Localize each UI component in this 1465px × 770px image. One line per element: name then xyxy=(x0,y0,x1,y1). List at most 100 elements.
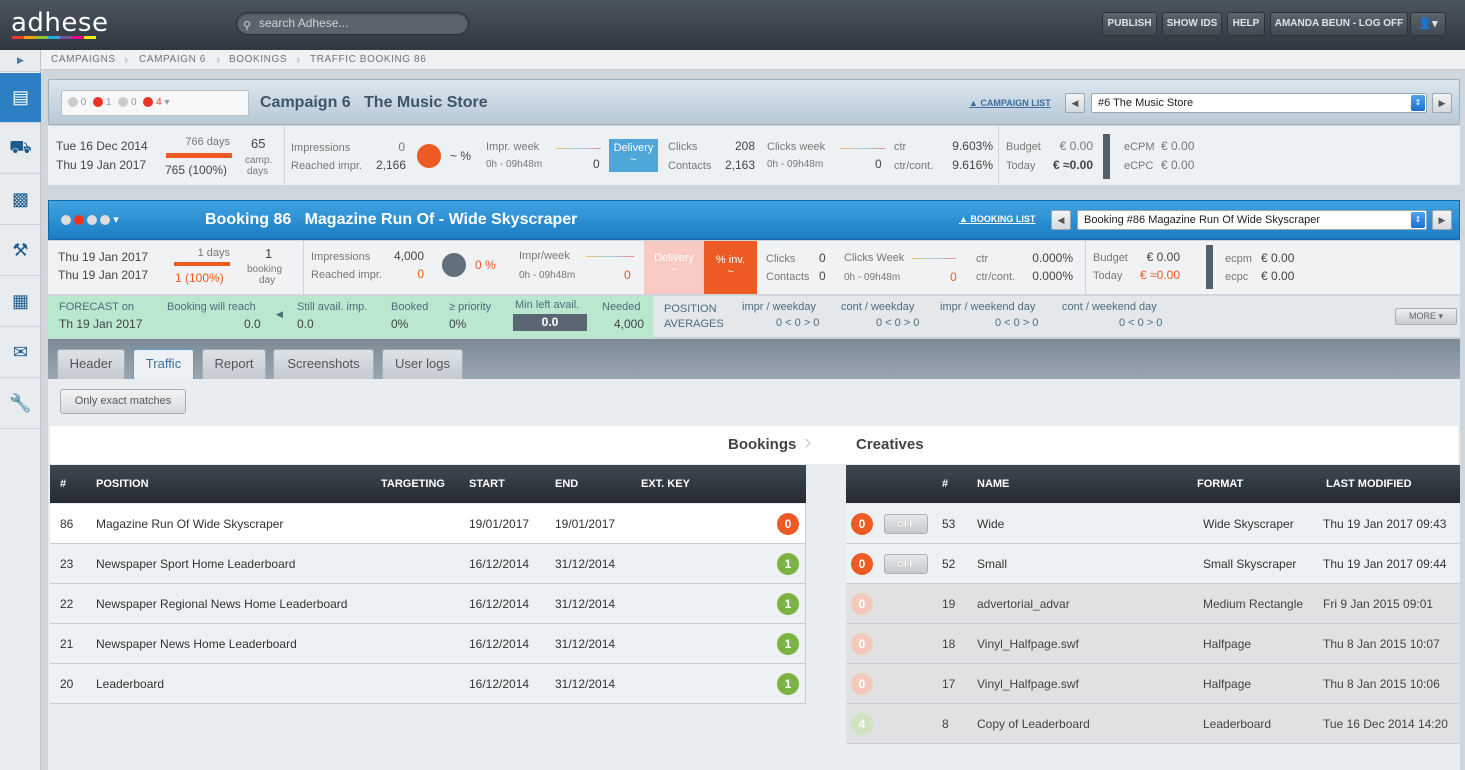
column-header[interactable]: EXT. KEY xyxy=(641,465,690,503)
column-header[interactable]: START xyxy=(469,465,505,503)
column-header[interactable]: LAST MODIFIED xyxy=(1326,465,1412,503)
cont-weekday: 0 < 0 > 0 xyxy=(876,317,920,329)
tab-report[interactable]: Report xyxy=(202,349,266,379)
creative-name[interactable]: Copy of Leaderboard xyxy=(977,704,1090,744)
table-row[interactable]: 0 17 Vinyl_Halfpage.swf Halfpage Thu 8 Jan 2… xyxy=(846,664,1460,704)
prev-booking-button[interactable]: ◀ xyxy=(1051,210,1071,230)
booking-select[interactable]: Booking #86 Magazine Run Of Wide Skyscra… xyxy=(1077,210,1427,230)
reached-value: 0 xyxy=(417,267,424,281)
tab-screenshots[interactable]: Screenshots xyxy=(273,349,374,379)
sidebar-item-settings[interactable]: 🔧 xyxy=(0,379,41,429)
clicks-week-time: 0h - 09h48m xyxy=(844,272,901,283)
sidebar-item-delivery[interactable]: ⛟ xyxy=(0,124,41,174)
publish-button[interactable]: PUBLISH xyxy=(1102,12,1157,36)
app-logo[interactable]: adhese xyxy=(11,8,108,38)
sidebar-item-calendar[interactable]: ▦ xyxy=(0,277,41,327)
creative-name[interactable]: Wide xyxy=(977,504,1004,544)
more-button[interactable]: MORE ▾ xyxy=(1395,308,1457,325)
table-row[interactable]: 22 Newspaper Regional News Home Leaderboa… xyxy=(50,584,806,624)
table-row[interactable]: 0 OFF 52 Small Small Skyscraper Thu 19 Jan 20… xyxy=(846,544,1460,584)
table-row[interactable]: 0 OFF 53 Wide Wide Skyscraper Thu 19 Jan 2017… xyxy=(846,504,1460,544)
column-header[interactable]: # xyxy=(60,465,66,503)
next-campaign-button[interactable]: ▶ xyxy=(1432,93,1452,113)
booking-position[interactable]: Magazine Run Of Wide Skyscraper xyxy=(96,504,283,544)
inventory-label: % inv. xyxy=(715,254,746,266)
table-row[interactable]: 21 Newspaper News Home Leaderboard 16/12/2… xyxy=(50,624,806,664)
campaign-list-link[interactable]: ▲ CAMPAIGN LIST xyxy=(969,98,1051,108)
creative-name[interactable]: Vinyl_Halfpage.swf xyxy=(977,664,1079,704)
count-badge: 1 xyxy=(777,633,799,655)
sidebar-item-campaigns[interactable]: ▤ xyxy=(0,73,41,123)
breadcrumb-campaigns[interactable]: CAMPAIGNS xyxy=(51,54,116,65)
forecast-needed: 4,000 xyxy=(613,317,644,331)
contacts-label: Contacts xyxy=(766,271,810,283)
table-row[interactable]: 0 19 advertorial_advar Medium Rectangle Fri … xyxy=(846,584,1460,624)
prev-campaign-button[interactable]: ◀ xyxy=(1065,93,1085,113)
creative-toggle-button[interactable]: OFF xyxy=(884,554,928,574)
sidebar-item-mail[interactable]: ✉ xyxy=(0,328,41,378)
booking-select-value: Booking #86 Magazine Run Of Wide Skyscra… xyxy=(1084,214,1321,226)
divider xyxy=(284,126,285,186)
booking-day-value: 1 xyxy=(265,246,273,261)
booking-status-filter[interactable]: ▾ xyxy=(61,213,119,226)
tab-user-logs[interactable]: User logs xyxy=(382,349,463,379)
creative-name[interactable]: advertorial_advar xyxy=(977,584,1070,624)
column-header[interactable]: END xyxy=(555,465,578,503)
table-row[interactable]: 23 Newspaper Sport Home Leaderboard 16/12/… xyxy=(50,544,806,584)
sidebar-item-tools[interactable]: ⚒ xyxy=(0,226,41,276)
show-ids-button[interactable]: SHOW IDS xyxy=(1162,12,1222,36)
booking-position[interactable]: Leaderboard xyxy=(96,664,164,704)
creative-name[interactable]: Vinyl_Halfpage.swf xyxy=(977,624,1079,664)
tab-traffic[interactable]: Traffic xyxy=(133,349,194,380)
column-header[interactable]: FORMAT xyxy=(1197,465,1243,503)
ctr-cont-label: ctr/cont. xyxy=(976,271,1016,283)
delivery-box: Delivery ~ xyxy=(644,241,704,294)
booking-position[interactable]: Newspaper News Home Leaderboard xyxy=(96,624,297,664)
ctr-cont-label: ctr/cont. xyxy=(894,160,934,172)
column-header[interactable]: NAME xyxy=(977,465,1009,503)
count-badge: 0 xyxy=(851,633,873,655)
table-row[interactable]: 20 Leaderboard 16/12/2014 31/12/2014 1 xyxy=(50,664,806,704)
forecast-priority: 0% xyxy=(449,317,467,331)
table-row[interactable]: 0 18 Vinyl_Halfpage.swf Halfpage Thu 8 Jan 2… xyxy=(846,624,1460,664)
tab-header[interactable]: Header xyxy=(57,349,125,379)
only-exact-matches-button[interactable]: Only exact matches xyxy=(60,389,186,414)
sidebar-item-briefcase[interactable]: ▩ xyxy=(0,175,41,225)
help-button[interactable]: HELP xyxy=(1227,12,1265,36)
play-icon xyxy=(74,215,85,226)
sidebar: ▶ ▤ ⛟ ▩ ⚒ ▦ ✉ 🔧 xyxy=(0,50,41,770)
search-input[interactable]: ⚲ search Adhese... xyxy=(236,12,469,35)
bookings-table-header: # POSITION TARGETING START END EXT. KEY xyxy=(50,465,806,503)
table-row[interactable]: 86 Magazine Run Of Wide Skyscraper 19/01/2… xyxy=(50,504,806,544)
column-header[interactable]: TARGETING xyxy=(381,465,445,503)
clicks-week-value: 0 xyxy=(875,157,882,171)
impr-week-label: Impr/week xyxy=(519,250,570,262)
budget-label: Budget xyxy=(1006,141,1041,153)
booking-position[interactable]: Newspaper Regional News Home Leaderboard xyxy=(96,584,347,624)
booking-list-link[interactable]: ▲ BOOKING LIST xyxy=(959,214,1035,224)
campaign-select[interactable]: #6 The Music Store ⇕ xyxy=(1091,93,1427,113)
breadcrumb-bookings[interactable]: BOOKINGS xyxy=(229,54,287,65)
column-header[interactable]: # xyxy=(942,465,948,503)
table-row[interactable]: 4 8 Copy of Leaderboard Leaderboard Tue 16 D… xyxy=(846,704,1460,744)
camp-days-label: days xyxy=(247,166,269,177)
sidebar-toggle-icon[interactable]: ▶ xyxy=(0,50,41,72)
count-badge: 1 xyxy=(777,673,799,695)
booking-position[interactable]: Newspaper Sport Home Leaderboard xyxy=(96,544,295,584)
next-booking-button[interactable]: ▶ xyxy=(1432,210,1452,230)
booking-title: Booking 86 Magazine Run Of - Wide Skyscr… xyxy=(205,211,578,228)
divider xyxy=(998,126,999,186)
forecast-date: Th 19 Jan 2017 xyxy=(59,317,143,331)
user-menu-button[interactable]: 👤▾ xyxy=(1410,12,1446,36)
creative-modified: Fri 9 Jan 2015 09:01 xyxy=(1323,597,1434,611)
creative-toggle-button[interactable]: OFF xyxy=(884,514,928,534)
breadcrumb-campaign[interactable]: CAMPAIGN 6 xyxy=(139,54,206,65)
campaign-list-link-label: CAMPAIGN LIST xyxy=(980,98,1051,108)
booking-start: Thu 19 Jan 2017 xyxy=(58,250,149,264)
campaign-status-filter[interactable]: 0 1 0 4 ▾ xyxy=(61,90,249,116)
booking-day-label: day xyxy=(259,275,276,286)
column-header[interactable]: POSITION xyxy=(96,465,149,503)
creative-id: 19 xyxy=(942,597,956,611)
creative-name[interactable]: Small xyxy=(977,544,1007,584)
logoff-button[interactable]: AMANDA BEUN - LOG OFF xyxy=(1270,12,1408,36)
